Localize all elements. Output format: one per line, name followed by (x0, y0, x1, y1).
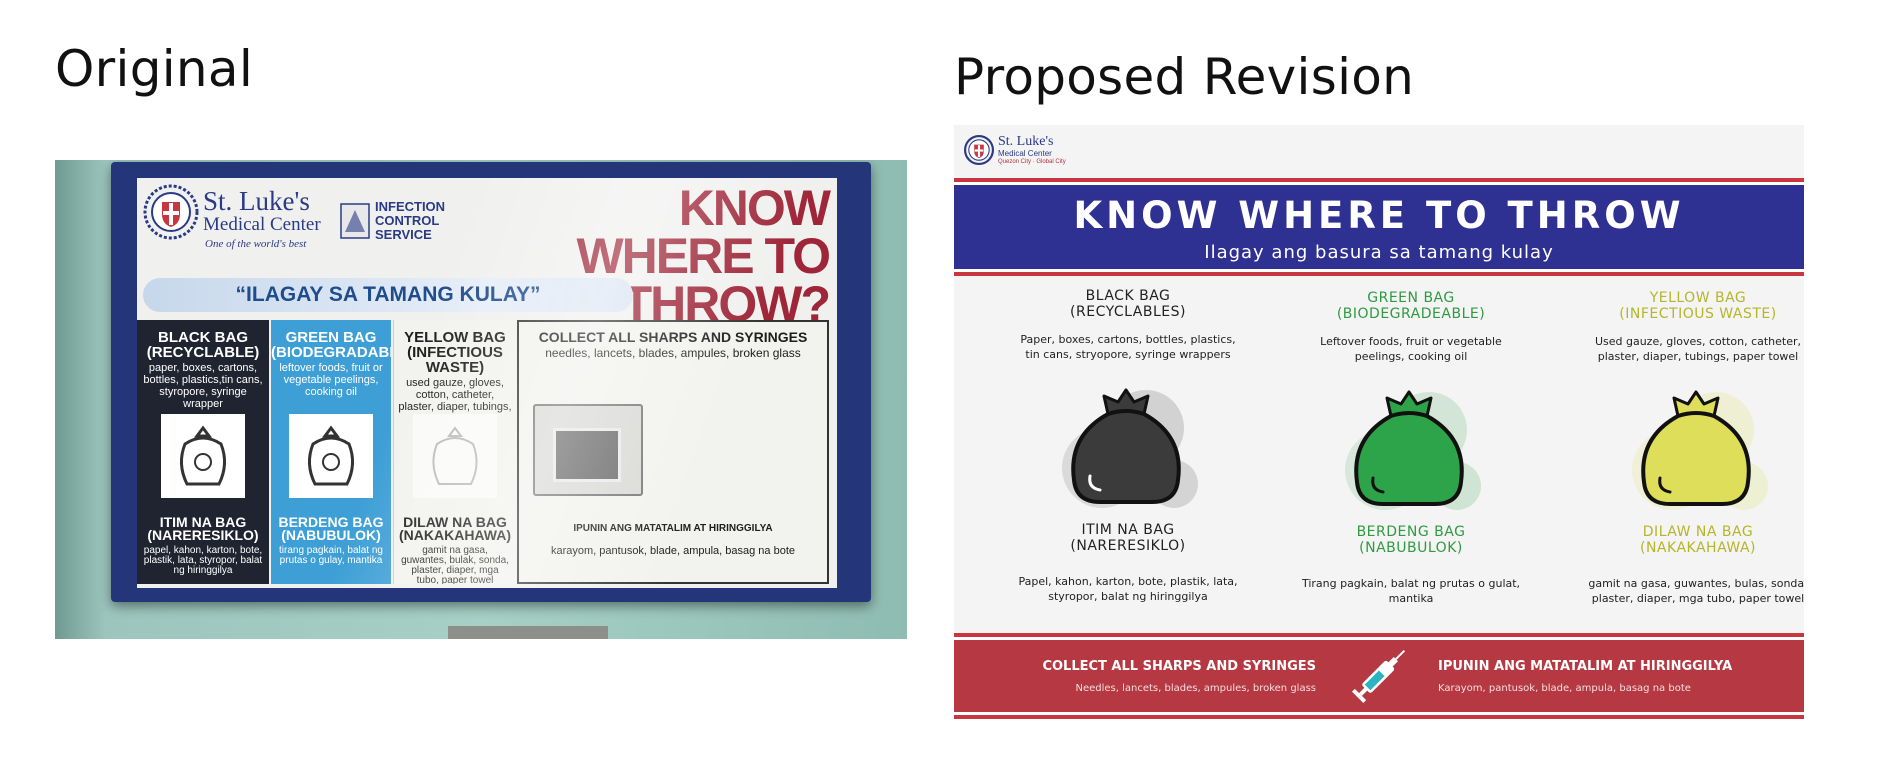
panel-desc: needles, lancets, blades, ampules, broke… (545, 346, 801, 360)
panel-desc-local: papel, kahon, karton, bote, plastik, lat… (143, 545, 263, 576)
sharps-desc: Needles, lancets, blades, ampules, broke… (1075, 683, 1316, 694)
panel-title-local: DILAW NA BAG (NAKAKAHAWA) (399, 514, 511, 543)
sharps-title-local: IPUNIN ANG MATATALIM AT HIRINGGILYA (1438, 659, 1733, 674)
original-title-line-1: KNOW (678, 180, 831, 236)
bag-column-green: GREEN BAG (BIODEGRADEABLE) Leftover food… (1281, 290, 1541, 620)
panel-title-local: BERDENG BAG (NABUBULOK) (278, 514, 384, 543)
sharps-band: COLLECT ALL SHARPS AND SYRINGES Needles,… (954, 633, 1804, 719)
original-panel-green: GREEN BAG (BIODEGRADABLE) leftover foods… (271, 320, 391, 584)
panel-title: GREEN BAG (BIODEGRADABLE) (271, 329, 391, 361)
sharps-container-icon (533, 404, 643, 496)
hospital-seal-icon (143, 184, 199, 240)
revision-title: KNOW WHERE TO THROW (1073, 194, 1685, 237)
panel-title: COLLECT ALL SHARPS AND SYRINGES (538, 329, 808, 345)
bag-desc: Used gauze, gloves, cotton, catheter, pl… (1594, 335, 1802, 363)
bag-desc: Paper, boxes, cartons, bottles, plastics… (1020, 333, 1236, 361)
trash-bag-icon (1345, 390, 1481, 510)
original-panel-yellow: YELLOW BAG (INFECTIOUS WASTE) used gauze… (393, 320, 516, 584)
revision-title-band: KNOW WHERE TO THROW Ilagay ang basura sa… (954, 178, 1804, 276)
original-poster: St. Luke's Medical Center One of the wor… (137, 178, 837, 588)
bag-subtitle: (INFECTIOUS WASTE) (1619, 306, 1777, 322)
original-logo-tagline: One of the world's best (205, 238, 307, 250)
bag-desc: Leftover foods, fruit or vegetable peeli… (1320, 335, 1502, 363)
panel-desc-local: tirang pagkain, balat ng prutas o gulay,… (279, 545, 383, 566)
original-panel-black: BLACK BAG (RECYCLABLE) paper, boxes, car… (137, 320, 269, 584)
trash-bag-icon (1632, 390, 1768, 510)
infection-control-label: INFECTION CONTROL SERVICE (375, 199, 446, 242)
poster-stand (448, 626, 608, 639)
hospital-seal-icon (964, 135, 994, 165)
revision-logo-sub: Medical Center (998, 149, 1052, 158)
panel-desc-local: karayom, pantusok, blade, ampula, basag … (551, 545, 795, 557)
original-logo-sub: Medical Center (203, 214, 321, 235)
trash-bag-icon (289, 414, 373, 498)
panel-title-local: IPUNIN ANG MATATALIM AT HIRINGGILYA (573, 523, 773, 534)
bag-title: GREEN BAG (1367, 290, 1455, 306)
panel-title: YELLOW BAG (INFECTIOUS WASTE) (404, 329, 506, 376)
bag-title-local: DILAW NA BAG (NAKAKAHAWA) (1640, 524, 1756, 556)
panel-title-local: ITIM NA BAG (NARERESIKLO) (147, 514, 259, 543)
sharps-title: COLLECT ALL SHARPS AND SYRINGES (1042, 659, 1316, 674)
original-panel-sharps: COLLECT ALL SHARPS AND SYRINGES needles,… (517, 320, 829, 584)
revision-logo-tagline: Quezon City · Global City (998, 159, 1066, 165)
revision-heading: Proposed Revision (954, 48, 1415, 106)
bag-column-yellow: YELLOW BAG (INFECTIOUS WASTE) Used gauze… (1568, 290, 1804, 620)
panel-desc: leftover foods, fruit or vegetable peeli… (279, 362, 383, 398)
bag-title: BLACK BAG (1085, 288, 1171, 304)
bag-title: YELLOW BAG (1649, 290, 1747, 306)
bag-desc-local: Tirang pagkain, balat ng prutas o gulat,… (1301, 577, 1521, 605)
original-photo: St. Luke's Medical Center One of the wor… (55, 160, 907, 639)
infection-control-badge: INFECTION CONTROL SERVICE (339, 200, 445, 260)
bag-subtitle: (RECYCLABLES) (1070, 304, 1186, 320)
panel-title: BLACK BAG (RECYCLABLE) (146, 329, 260, 361)
infection-control-icon (340, 203, 370, 239)
bag-desc-local: Papel, kahon, karton, bote, plastik, lat… (1018, 575, 1238, 603)
revision-subtitle: Ilagay ang basura sa tamang kulay (1204, 242, 1554, 263)
revision-logo: St. Luke's Medical Center Quezon City · … (964, 133, 1084, 173)
bag-column-black: BLACK BAG (RECYCLABLES) Paper, boxes, ca… (998, 288, 1258, 618)
bag-subtitle: (BIODEGRADEABLE) (1336, 306, 1486, 322)
trash-bag-icon (413, 414, 497, 498)
trash-bag-icon (1062, 388, 1198, 508)
panel-desc-local: gamit na gasa, guwantes, bulak, sonda, p… (401, 545, 509, 585)
original-logo-name: St. Luke's (203, 186, 310, 216)
bag-desc-local: gamit na gasa, guwantes, bulas, sonda, p… (1588, 577, 1804, 605)
trash-bag-icon (161, 414, 245, 498)
panel-desc: paper, boxes, cartons, bottles, plastics… (143, 362, 263, 410)
original-title-line-2: WHERE TO (576, 228, 831, 284)
bag-title-local: ITIM NA BAG (NARERESIKLO) (1070, 522, 1186, 554)
revision-poster: St. Luke's Medical Center Quezon City · … (954, 125, 1804, 719)
revision-logo-name: St. Luke's (998, 134, 1054, 149)
sharps-desc-local: Karayom, pantusok, blade, ampula, basag … (1438, 683, 1691, 694)
original-banner: “ILAGAY SA TAMANG KULAY” (143, 278, 633, 312)
original-logo: St. Luke's Medical Center One of the wor… (143, 182, 328, 262)
syringe-icon (1352, 649, 1406, 703)
original-heading: Original (55, 40, 254, 98)
bag-title-local: BERDENG BAG (NABUBULOK) (1356, 524, 1466, 556)
